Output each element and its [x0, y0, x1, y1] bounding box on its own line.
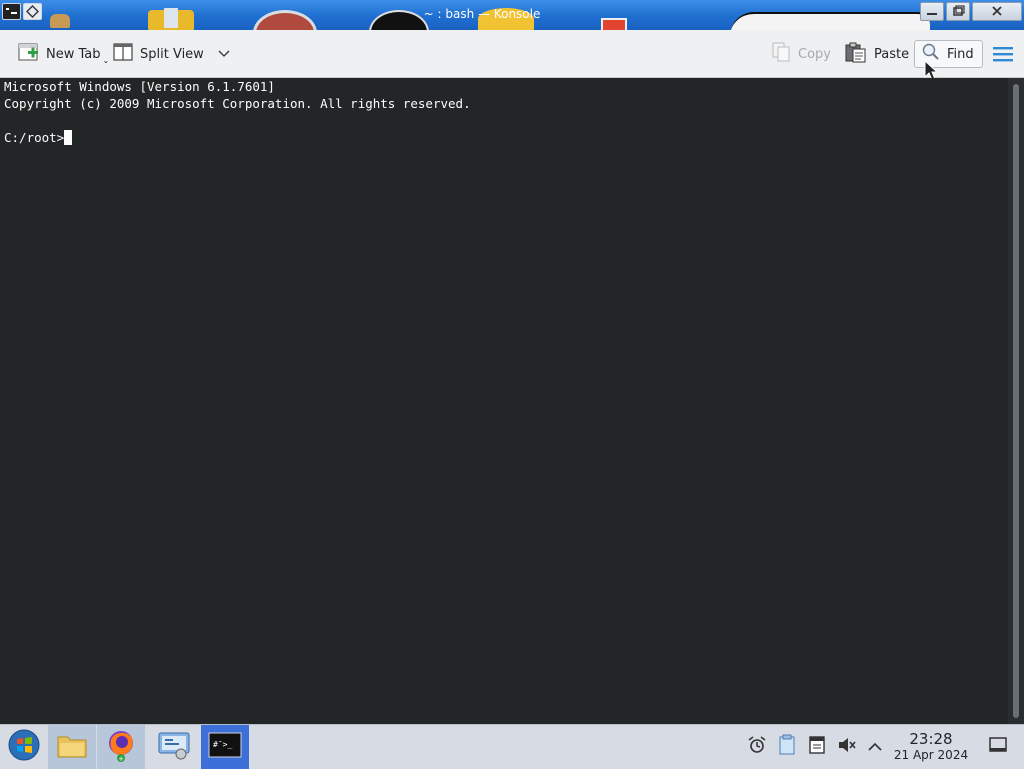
start-button[interactable]: [0, 725, 48, 769]
find-label: Find: [947, 46, 974, 62]
show-desktop-icon: [988, 736, 1008, 758]
hamburger-menu-button[interactable]: [988, 42, 1018, 70]
new-tab-button[interactable]: New Tab ⌄: [12, 40, 113, 68]
copy-button[interactable]: Copy: [766, 40, 835, 68]
task-firefox[interactable]: +: [97, 725, 145, 769]
terminal-line: Microsoft Windows [Version 6.1.7601]: [4, 79, 275, 94]
svg-text:#¯>_: #¯>_: [213, 740, 232, 749]
toolbar: New Tab ⌄ Split View Copy Paste Find: [0, 30, 1024, 81]
show-desktop-button[interactable]: [988, 737, 1008, 757]
split-view-button[interactable]: Split View: [108, 40, 234, 68]
clock-time: 23:28: [909, 730, 953, 748]
hamburger-menu-icon: [992, 45, 1014, 67]
tray-alarm[interactable]: [747, 735, 767, 759]
notes-icon: [807, 735, 827, 759]
tray-expand[interactable]: [865, 737, 885, 757]
maximize-button[interactable]: [946, 2, 970, 21]
svg-text:+: +: [118, 755, 124, 762]
new-tab-icon: [16, 41, 40, 67]
firefox-icon: +: [105, 728, 137, 766]
system-settings-icon: [157, 730, 191, 764]
paste-button[interactable]: Paste: [840, 40, 913, 68]
paste-icon: [844, 41, 868, 67]
terminal-prompt: C:/root>: [4, 130, 65, 145]
taskbar: + #¯>_ 23:28 21 Apr 2024: [0, 724, 1024, 769]
copy-icon: [770, 41, 792, 67]
digital-clock[interactable]: 23:28 21 Apr 2024: [890, 731, 972, 763]
terminal-line: Copyright (c) 2009 Microsoft Corporation…: [4, 96, 471, 111]
tray-volume[interactable]: [837, 737, 857, 757]
scrollbar-thumb[interactable]: [1013, 84, 1019, 718]
title-bar[interactable]: ~ : bash — Konsole: [0, 0, 1024, 30]
terminal-prompt-line[interactable]: C:/root>: [4, 129, 1004, 146]
close-button[interactable]: [972, 2, 1022, 21]
copy-label: Copy: [798, 46, 831, 62]
minimize-button[interactable]: [920, 2, 944, 21]
terminal-output[interactable]: Microsoft Windows [Version 6.1.7601] Cop…: [0, 78, 1008, 724]
paste-label: Paste: [874, 46, 910, 62]
chevron-up-icon: [867, 738, 883, 757]
task-system-settings[interactable]: [150, 725, 198, 769]
terminal-scrollbar[interactable]: [1008, 78, 1024, 724]
alarm-icon: [747, 735, 767, 759]
tray-notes[interactable]: [807, 735, 827, 759]
task-file-manager[interactable]: [48, 725, 96, 769]
split-view-label: Split View: [140, 46, 204, 62]
clipboard-icon: [777, 734, 797, 760]
konsole-icon: #¯>_: [208, 732, 242, 762]
file-manager-icon: [56, 731, 88, 763]
tray-clipboard[interactable]: [777, 734, 797, 760]
task-konsole[interactable]: #¯>_: [201, 725, 249, 769]
text-cursor: [64, 130, 73, 145]
chevron-down-icon[interactable]: [218, 47, 230, 62]
split-view-icon: [112, 42, 134, 66]
volume-muted-icon: [837, 735, 857, 759]
clock-date: 21 Apr 2024: [893, 748, 969, 762]
window-title: ~ : bash — Konsole: [423, 7, 541, 21]
start-orb-icon: [7, 728, 41, 766]
new-tab-label: New Tab: [46, 46, 101, 62]
